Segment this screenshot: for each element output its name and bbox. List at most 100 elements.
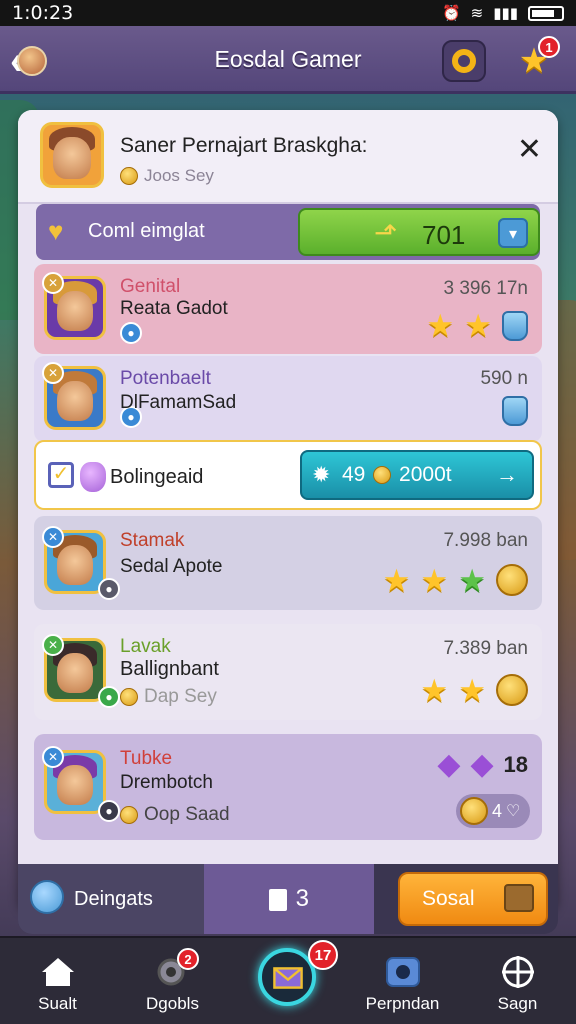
hero-name: Lavak	[120, 636, 171, 657]
gem-icon: ◆	[470, 748, 494, 781]
hero-sub2-text: Dap Sey	[144, 686, 217, 707]
close-icon[interactable]: ✕	[517, 132, 542, 167]
collect-value: 2000t	[399, 463, 452, 486]
panel-header: Saner Pernajart Braskgha: Joos Sey ✕	[18, 110, 558, 204]
nav-item-home[interactable]: Sualt	[0, 938, 115, 1024]
hero-sub2: Dap Sey	[120, 686, 217, 708]
social-button[interactable]: Sosal	[398, 872, 548, 926]
ring-icon	[452, 49, 476, 73]
nav-camera-label: Perpndan	[365, 994, 440, 1013]
coin-icon	[120, 806, 138, 824]
claim-bar: ♥ Coml eimglat ⬏ 701 ▾	[36, 204, 540, 260]
heart-icon: ♥	[48, 216, 64, 246]
sword-icon: ✕	[42, 746, 64, 768]
coin-icon	[120, 688, 138, 706]
camera-icon	[385, 957, 420, 987]
gem-icon: ◆	[437, 748, 461, 781]
coin-icon	[373, 466, 392, 485]
collect-button[interactable]: ✹ 49 2000t →	[300, 450, 534, 500]
nav-item-camera[interactable]: Perpndan	[345, 938, 460, 1024]
shield-outline-icon: ♡	[506, 803, 521, 820]
page-title: Eosdal Gamer	[214, 46, 362, 72]
hero-name: Tubke	[120, 748, 173, 769]
hero-sub2-text: Oop Saad	[144, 804, 230, 825]
hero-value: 3 396 17n	[443, 278, 528, 299]
list-item[interactable]: ✕ ● Stamak Sedal Apote 7.998 ban ★ ★ ★	[34, 516, 542, 610]
nav-item-mail[interactable]: 17	[230, 938, 345, 1024]
compass-icon	[501, 956, 534, 988]
arrow-right-icon: →	[496, 462, 518, 487]
star-icon: ★	[464, 308, 492, 343]
hero-name: Genital	[120, 276, 181, 297]
list-item[interactable]: ✕ ● Potenbaelt DlFamamSad 590 n	[34, 356, 542, 442]
hero-value: 7.389 ban	[443, 638, 528, 659]
signal-icon: ▮▮▮	[493, 4, 518, 22]
hero-name: Potenbaelt	[120, 368, 211, 389]
collect-prefix: 49	[342, 463, 366, 486]
footer-mid-label: 3	[295, 885, 310, 912]
nav-item-search[interactable]: 2 Dgobls	[115, 938, 230, 1024]
gear-icon: ✹	[312, 462, 331, 487]
player-sub-text: Joos Sey	[144, 166, 214, 185]
shield-icon: ●	[98, 686, 120, 708]
sword-icon: ✕	[42, 526, 64, 548]
coin-icon	[460, 797, 488, 825]
alarm-icon: ⏰	[441, 4, 461, 22]
star-icon: ★	[382, 562, 411, 598]
selected-reward-row[interactable]: ✓ Bolingeaid ✹ 49 2000t →	[34, 440, 542, 510]
hero-subtitle: DlFamamSad	[120, 392, 237, 413]
hero-subtitle: Drembotch	[120, 772, 213, 793]
checkbox-icon[interactable]: ✓	[48, 462, 74, 488]
reward-label: Bolingeaid	[110, 466, 204, 488]
hero-subtitle: Reata Gadot	[120, 298, 228, 319]
chest-icon	[504, 884, 534, 912]
shield-icon: ●	[120, 322, 142, 344]
shield-icon: ●	[98, 578, 120, 600]
battery-icon	[528, 5, 564, 21]
coins-icon	[496, 674, 528, 706]
nav-badge: 2	[177, 948, 199, 970]
claim-label: Coml eimglat	[88, 220, 205, 242]
nav-sign-label: Sagn	[497, 994, 538, 1013]
trophy-icon	[502, 310, 528, 341]
target-button[interactable]	[442, 40, 486, 82]
chat-bubble-icon	[30, 880, 64, 914]
nav-search-label: Dgobls	[146, 994, 199, 1013]
wifi-icon: ≋	[470, 4, 484, 22]
social-button-label: Sosal	[422, 887, 475, 910]
list-item[interactable]: ✕ ● Genital Reata Gadot 3 396 17n ★ ★	[34, 264, 542, 354]
sword-icon: ✕	[42, 362, 64, 384]
shield-icon: ●	[98, 800, 120, 822]
footer-left-label: Deingats	[74, 888, 153, 910]
hero-value: 7.998 ban	[443, 530, 528, 551]
player-name: Saner Pernajart Braskgha:	[120, 134, 368, 157]
coins-icon	[496, 564, 528, 596]
hero-name: Stamak	[120, 530, 185, 551]
list-item[interactable]: ✕ ● Tubke Drembotch Oop Saad ◆ ◆ 18 4 ♡	[34, 734, 542, 840]
star-icon: ★	[458, 672, 486, 708]
star-icon: ★	[420, 562, 449, 598]
chevron-down-icon[interactable]: ▾	[498, 218, 528, 248]
favorites-button[interactable]: ★ 1	[512, 36, 560, 82]
claim-value: 701	[422, 220, 466, 250]
claim-button[interactable]: ⬏ 701 ▾	[298, 208, 540, 256]
star-icon: ★	[420, 672, 449, 708]
trophy-icon	[502, 396, 528, 426]
status-bar: 1:0:23 ⏰ ≋ ▮▮▮	[0, 0, 576, 26]
list-item[interactable]: ✕ ● Lavak Ballignbant Dap Sey 7.389 ban …	[34, 624, 542, 720]
reward-chip[interactable]: 4 ♡	[456, 794, 530, 828]
panel-footer: Deingats 3 Sosal	[18, 864, 558, 934]
hero-value: 18	[503, 752, 528, 777]
star-icon: ★	[426, 308, 455, 343]
footer-left-tab[interactable]: Deingats	[18, 864, 204, 934]
coin-icon	[120, 167, 138, 185]
nav-item-sign[interactable]: Sagn	[460, 938, 575, 1024]
hero-subtitle: Sedal Apote	[120, 556, 223, 577]
hero-sub2: Oop Saad	[120, 804, 230, 826]
footer-mid-tab[interactable]: 3	[204, 864, 374, 934]
bag-icon	[80, 462, 106, 492]
sword-icon: ✕	[42, 272, 64, 294]
players-panel: Saner Pernajart Braskgha: Joos Sey ✕ ♥ C…	[18, 110, 558, 910]
hero-subtitle: Ballignbant	[120, 658, 219, 680]
player-portrait	[40, 122, 104, 188]
